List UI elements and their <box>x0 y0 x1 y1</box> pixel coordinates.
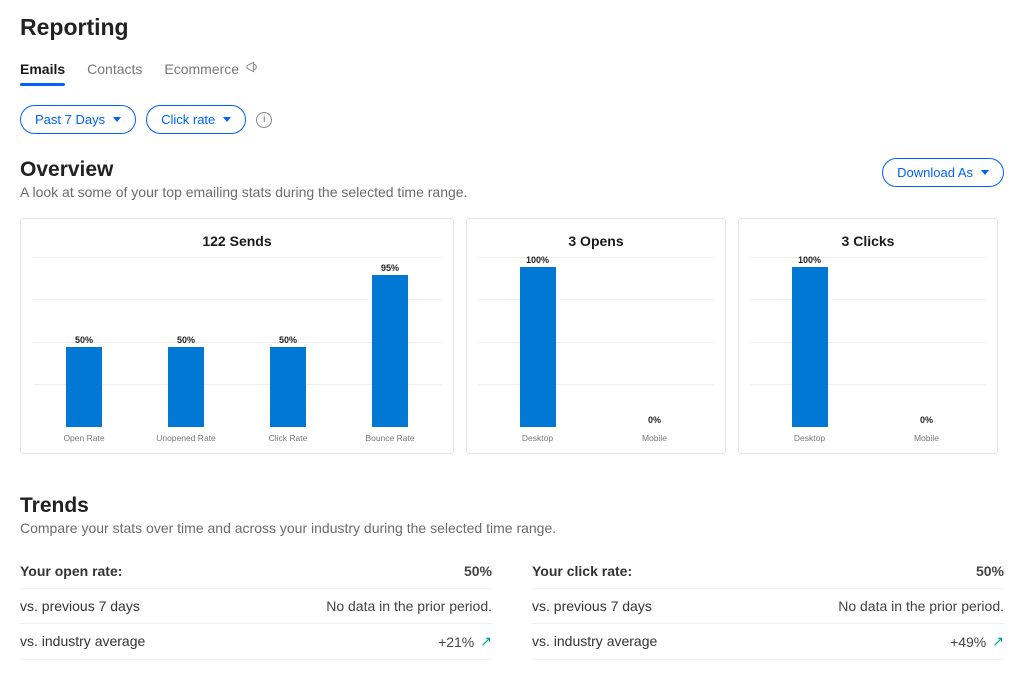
axis-label: Unopened Rate <box>135 433 237 443</box>
tab-emails[interactable]: Emails <box>20 61 65 85</box>
download-as-button[interactable]: Download As <box>882 158 1004 187</box>
chart-card: 3 Clicks 100% 0% DesktopMobile <box>738 218 998 454</box>
bar <box>270 347 306 427</box>
bar-group: 50% <box>237 335 339 427</box>
tabs: Emails Contacts Ecommerce <box>20 59 1004 87</box>
download-as-label: Download As <box>897 165 973 180</box>
bar <box>792 267 828 427</box>
trends-column: Your click rate: 50% vs. previous 7 days No… <box>532 554 1004 660</box>
trend-row: vs. industry average +49%↗ <box>532 624 1004 660</box>
chart-title: 3 Opens <box>479 233 713 249</box>
bar <box>372 275 408 427</box>
chart-title: 122 Sends <box>33 233 441 249</box>
trend-row-label: vs. industry average <box>532 633 657 650</box>
trends-subtitle: Compare your stats over time and across … <box>20 520 1004 536</box>
axis-label: Click Rate <box>237 433 339 443</box>
overview-subtitle: A look at some of your top emailing stat… <box>20 184 467 200</box>
chart-plot: 50% 50% 50% 95% <box>33 257 441 427</box>
chevron-down-icon <box>113 117 121 122</box>
axis-label: Desktop <box>751 433 868 443</box>
trend-up-icon: ↗ <box>992 633 1004 650</box>
bar-group: 95% <box>339 263 441 427</box>
trend-row-label: vs. previous 7 days <box>532 598 652 614</box>
trend-row-label: vs. previous 7 days <box>20 598 140 614</box>
chevron-down-icon <box>223 117 231 122</box>
charts-row: 122 Sends 50% 50% 50% 95% Open RateUnopened R… <box>20 218 1004 454</box>
bar-value-label: 50% <box>75 335 93 345</box>
trend-heading-label: Your open rate: <box>20 563 122 579</box>
tab-contacts[interactable]: Contacts <box>87 61 142 85</box>
trend-row-label: vs. industry average <box>20 633 145 650</box>
bar-group: 100% <box>751 255 868 427</box>
info-icon[interactable]: i <box>256 112 272 128</box>
bar-group: 50% <box>135 335 237 427</box>
bar-value-label: 100% <box>798 255 821 265</box>
bar-value-label: 100% <box>526 255 549 265</box>
trends-title: Trends <box>20 494 1004 518</box>
axis-label: Desktop <box>479 433 596 443</box>
page-title: Reporting <box>20 14 1004 41</box>
trend-row: vs. previous 7 days No data in the prior … <box>532 589 1004 624</box>
chart-plot: 100% 0% <box>479 257 713 427</box>
tab-ecommerce-label: Ecommerce <box>164 61 239 77</box>
trend-row: vs. industry average +21%↗ <box>20 624 492 660</box>
axis-label: Mobile <box>868 433 985 443</box>
bar <box>66 347 102 427</box>
bar-group: 0% <box>868 415 985 427</box>
axis-label: Bounce Rate <box>339 433 441 443</box>
trends-grid: Your open rate: 50% vs. previous 7 days No … <box>20 554 1004 660</box>
trends-column: Your open rate: 50% vs. previous 7 days No … <box>20 554 492 660</box>
date-range-label: Past 7 Days <box>35 112 105 127</box>
axis-label: Open Rate <box>33 433 135 443</box>
filters-row: Past 7 Days Click rate i <box>20 105 1004 134</box>
bar <box>168 347 204 427</box>
bar-value-label: 95% <box>381 263 399 273</box>
trends-header: Trends Compare your stats over time and … <box>20 494 1004 536</box>
bar-group: 0% <box>596 415 713 427</box>
metric-label: Click rate <box>161 112 215 127</box>
trend-row: vs. previous 7 days No data in the prior … <box>20 589 492 624</box>
bar-value-label: 0% <box>648 415 661 425</box>
chart-title: 3 Clicks <box>751 233 985 249</box>
trend-heading-row: Your click rate: 50% <box>532 554 1004 589</box>
trend-heading-value: 50% <box>976 563 1004 579</box>
bar-value-label: 0% <box>920 415 933 425</box>
chevron-down-icon <box>981 170 989 175</box>
overview-title: Overview <box>20 158 467 182</box>
overview-header: Overview A look at some of your top emai… <box>20 158 1004 200</box>
bar-value-label: 50% <box>177 335 195 345</box>
bar-group: 50% <box>33 335 135 427</box>
megaphone-icon <box>245 59 261 78</box>
date-range-filter[interactable]: Past 7 Days <box>20 105 136 134</box>
chart-plot: 100% 0% <box>751 257 985 427</box>
axis-label: Mobile <box>596 433 713 443</box>
bar-value-label: 50% <box>279 335 297 345</box>
trend-heading-row: Your open rate: 50% <box>20 554 492 589</box>
trend-heading-label: Your click rate: <box>532 563 632 579</box>
trend-up-icon: ↗ <box>480 633 492 650</box>
bar-group: 100% <box>479 255 596 427</box>
trend-row-value: +21%↗ <box>438 633 492 650</box>
chart-card: 122 Sends 50% 50% 50% 95% Open RateUnopened R… <box>20 218 454 454</box>
trend-row-value: No data in the prior period. <box>326 598 492 614</box>
metric-filter[interactable]: Click rate <box>146 105 246 134</box>
bar <box>520 267 556 427</box>
tab-ecommerce[interactable]: Ecommerce <box>164 59 261 86</box>
trend-heading-value: 50% <box>464 563 492 579</box>
trend-row-value: No data in the prior period. <box>838 598 1004 614</box>
chart-card: 3 Opens 100% 0% DesktopMobile <box>466 218 726 454</box>
trend-row-value: +49%↗ <box>950 633 1004 650</box>
